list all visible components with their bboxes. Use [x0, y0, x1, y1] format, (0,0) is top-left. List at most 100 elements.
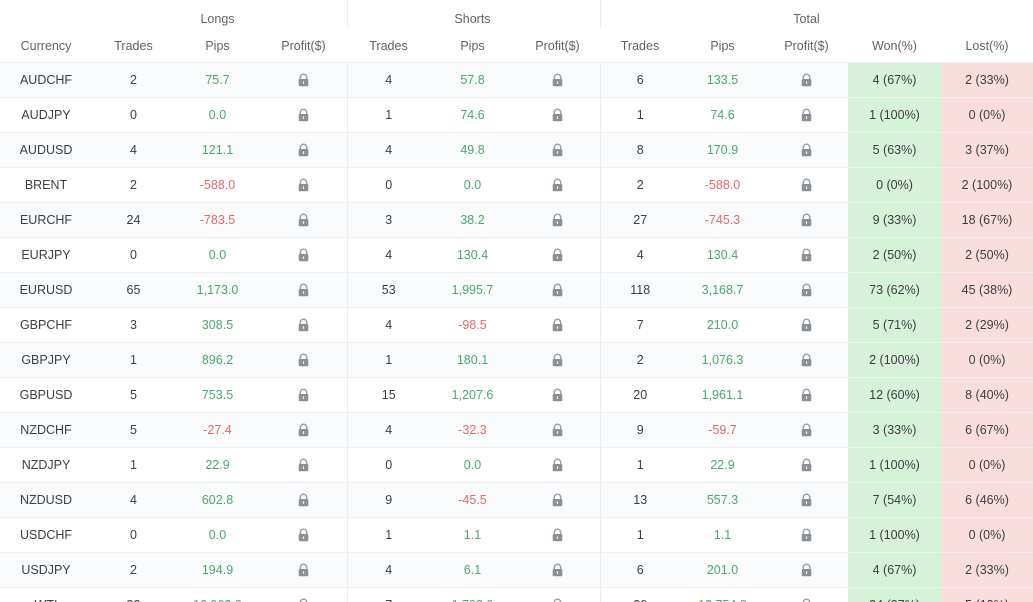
- column-header-currency[interactable]: Currency: [0, 27, 92, 63]
- column-header-total-pips[interactable]: Pips: [680, 27, 765, 63]
- table-row[interactable]: EURUSD 65 1,173.0 53 1,995.7 118 3,168.7 73 (62…: [0, 272, 1033, 308]
- column-header-long-pips[interactable]: Pips: [175, 27, 260, 63]
- column-header-long-trades[interactable]: Trades: [92, 27, 175, 63]
- cell-total-profit-locked[interactable]: [765, 552, 848, 588]
- table-row[interactable]: GBPUSD 5 753.5 15 1,207.6 20 1,961.1 12 (60%) 8 …: [0, 377, 1033, 413]
- lock-icon: [800, 388, 813, 402]
- lock-icon: [297, 493, 310, 507]
- cell-total-profit-locked[interactable]: [765, 412, 848, 448]
- cell-short-profit-locked[interactable]: [515, 552, 600, 588]
- table-row[interactable]: EURJPY 0 0.0 4 130.4 4 130.4 2 (50%) 2 (50%): [0, 237, 1033, 273]
- cell-short-profit-locked[interactable]: [515, 272, 600, 308]
- cell-total-trades: 27: [599, 202, 680, 238]
- lock-icon: [297, 598, 310, 602]
- cell-total-profit-locked[interactable]: [765, 342, 848, 378]
- table-row[interactable]: USDJPY 2 194.9 4 6.1 6 201.0 4 (67%) 2 (33%): [0, 552, 1033, 588]
- cell-currency: EURUSD: [0, 272, 92, 308]
- cell-long-pips: 753.5: [175, 377, 260, 413]
- cell-short-profit-locked[interactable]: [515, 132, 600, 168]
- cell-short-profit-locked[interactable]: [515, 167, 600, 203]
- table-row[interactable]: WTI3210,962.0 71,792.0 3912,754.0 34 (87%)5…: [0, 587, 1033, 602]
- cell-total-profit-locked[interactable]: [765, 132, 848, 168]
- cell-total-profit-locked[interactable]: [765, 377, 848, 413]
- table-row[interactable]: AUDJPY 0 0.0 1 74.6 1 74.6 1 (100%) 0 (0%): [0, 97, 1033, 133]
- cell-long-profit-locked[interactable]: [260, 552, 347, 588]
- cell-long-profit-locked[interactable]: [260, 237, 347, 273]
- column-header-short-profit[interactable]: Profit($): [515, 27, 600, 63]
- column-header-short-trades[interactable]: Trades: [347, 27, 430, 63]
- group-header-total: Total: [765, 0, 848, 27]
- cell-long-profit-locked[interactable]: [260, 342, 347, 378]
- table-row[interactable]: NZDCHF 5 -27.4 4 -32.3 9 -59.7 3 (33%) 6 (67%): [0, 412, 1033, 448]
- cell-long-profit-locked[interactable]: [260, 202, 347, 238]
- cell-short-profit-locked[interactable]: [515, 412, 600, 448]
- cell-total-profit-locked[interactable]: [765, 202, 848, 238]
- cell-long-profit-locked[interactable]: [260, 587, 347, 602]
- cell-total-profit-locked[interactable]: [765, 167, 848, 203]
- cell-long-profit-locked[interactable]: [260, 132, 347, 168]
- table-row[interactable]: AUDCHF 2 75.7 4 57.8 6 133.5 4 (67%) 2 (33%): [0, 62, 1033, 98]
- column-header-lost[interactable]: Lost(%): [941, 27, 1033, 63]
- lock-icon: [551, 248, 564, 262]
- cell-total-profit-locked[interactable]: [765, 62, 848, 98]
- group-header-longs: Longs: [175, 0, 260, 27]
- lock-icon: [297, 528, 310, 542]
- cell-short-profit-locked[interactable]: [515, 447, 600, 483]
- cell-currency: NZDCHF: [0, 412, 92, 448]
- cell-short-profit-locked[interactable]: [515, 342, 600, 378]
- cell-long-profit-locked[interactable]: [260, 62, 347, 98]
- table-row[interactable]: NZDUSD 4 602.8 9 -45.5 13 557.3 7 (54%) 6 (46%): [0, 482, 1033, 518]
- cell-long-profit-locked[interactable]: [260, 377, 347, 413]
- cell-long-profit-locked[interactable]: [260, 447, 347, 483]
- cell-total-profit-locked[interactable]: [765, 517, 848, 553]
- cell-short-profit-locked[interactable]: [515, 237, 600, 273]
- cell-long-profit-locked[interactable]: [260, 272, 347, 308]
- lock-icon: [297, 353, 310, 367]
- cell-long-profit-locked[interactable]: [260, 517, 347, 553]
- cell-total-profit-locked[interactable]: [765, 97, 848, 133]
- cell-long-pips: -588.0: [175, 167, 260, 203]
- cell-long-pips: 602.8: [175, 482, 260, 518]
- cell-total-profit-locked[interactable]: [765, 482, 848, 518]
- cell-short-profit-locked[interactable]: [515, 97, 600, 133]
- cell-total-pips: 133.5: [680, 62, 765, 98]
- cell-lost: 45 (38%): [941, 272, 1033, 308]
- cell-total-profit-locked[interactable]: [765, 447, 848, 483]
- cell-total-profit-locked[interactable]: [765, 272, 848, 308]
- cell-short-profit-locked[interactable]: [515, 587, 600, 602]
- table-row[interactable]: EURCHF 24 -783.5 3 38.2 27 -745.3 9 (33%) 18 (67…: [0, 202, 1033, 238]
- cell-long-profit-locked[interactable]: [260, 167, 347, 203]
- cell-total-profit-locked[interactable]: [765, 307, 848, 343]
- cell-total-profit-locked[interactable]: [765, 587, 848, 602]
- cell-short-profit-locked[interactable]: [515, 377, 600, 413]
- cell-short-profit-locked[interactable]: [515, 202, 600, 238]
- column-header-total-profit[interactable]: Profit($): [765, 27, 848, 63]
- cell-lost: 0 (0%): [941, 342, 1033, 378]
- cell-short-profit-locked[interactable]: [515, 62, 600, 98]
- lock-icon: [551, 388, 564, 402]
- table-row[interactable]: NZDJPY 1 22.9 0 0.0 1 22.9 1 (100%) 0 (0%): [0, 447, 1033, 483]
- column-header-total-trades[interactable]: Trades: [600, 27, 680, 63]
- cell-short-profit-locked[interactable]: [515, 517, 600, 553]
- cell-short-profit-locked[interactable]: [515, 307, 600, 343]
- cell-lost: 2 (33%): [941, 62, 1033, 98]
- column-header-short-pips[interactable]: Pips: [430, 27, 515, 63]
- lock-icon: [551, 143, 564, 157]
- cell-currency: AUDJPY: [0, 97, 92, 133]
- cell-lost: 0 (0%): [941, 447, 1033, 483]
- cell-long-profit-locked[interactable]: [260, 307, 347, 343]
- column-header-long-profit[interactable]: Profit($): [260, 27, 347, 63]
- column-header-won[interactable]: Won(%): [848, 27, 941, 63]
- cell-total-profit-locked[interactable]: [765, 237, 848, 273]
- table-row[interactable]: AUDUSD 4 121.1 4 49.8 8 170.9 5 (63%) 3 (37%): [0, 132, 1033, 168]
- cell-short-profit-locked[interactable]: [515, 482, 600, 518]
- cell-long-profit-locked[interactable]: [260, 482, 347, 518]
- cell-long-profit-locked[interactable]: [260, 412, 347, 448]
- cell-total-pips: 3,168.7: [680, 272, 765, 308]
- table-row[interactable]: BRENT 2 -588.0 0 0.0 2 -588.0 0 (0%) 2 (100%): [0, 167, 1033, 203]
- table-row[interactable]: GBPJPY 1 896.2 1 180.1 2 1,076.3 2 (100%) 0 (0%): [0, 342, 1033, 378]
- table-row[interactable]: USDCHF 0 0.0 1 1.1 1 1.1 1 (100%) 0 (0%): [0, 517, 1033, 553]
- cell-long-profit-locked[interactable]: [260, 97, 347, 133]
- cell-long-trades: 24: [92, 202, 175, 238]
- table-row[interactable]: GBPCHF 3 308.5 4 -98.5 7 210.0 5 (71%) 2 (29%): [0, 307, 1033, 343]
